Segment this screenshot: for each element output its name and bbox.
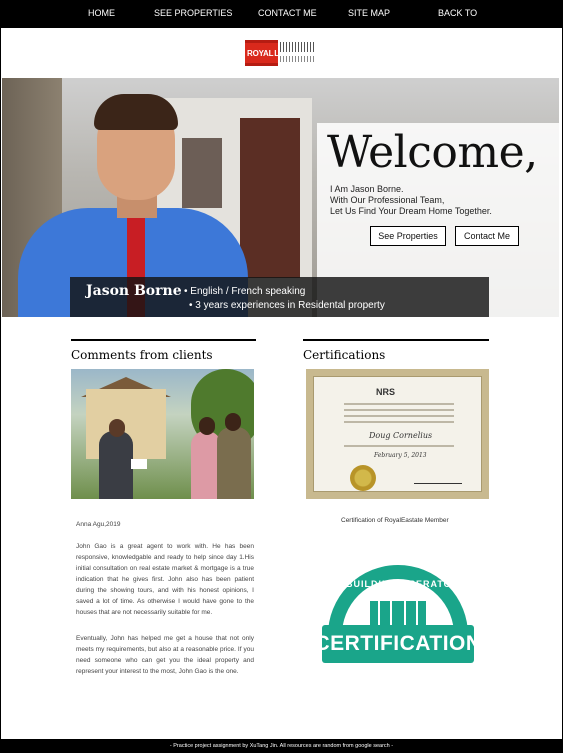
house-door	[240, 118, 300, 278]
nav-site-map[interactable]: SITE MAP	[348, 8, 390, 18]
certificate-date: February 5, 2013	[374, 452, 427, 459]
certificate-text-line	[344, 421, 454, 423]
certificate-seal-icon	[350, 465, 376, 491]
nav-back-to[interactable]: BACK TO	[438, 8, 477, 18]
welcome-line-1: I Am Jason Borne.	[330, 184, 404, 194]
photo-sign	[131, 459, 147, 469]
photo-person-man-head	[225, 413, 241, 431]
nav-home[interactable]: HOME	[88, 8, 115, 18]
top-nav: HOME SEE PROPERTIES CONTACT ME SITE MAP …	[0, 0, 563, 28]
see-properties-button[interactable]: See Properties	[370, 226, 446, 246]
footer-note: - Practice project assignment by XuTang …	[0, 739, 563, 753]
royal-lepage-logo[interactable]: ROYALLEPAGE	[245, 40, 315, 66]
city-skyline-icon	[370, 601, 426, 625]
logo-royal: ROYAL	[247, 49, 274, 58]
certificate-person: Doug Cornelius	[369, 431, 433, 440]
welcome-text: I Am Jason Borne. With Our Professional …	[330, 184, 492, 217]
client-photo	[71, 369, 254, 499]
review-author: Anna Agu,2019	[76, 521, 121, 528]
agent-fact-experience: • 3 years experiences in Residental prop…	[189, 300, 385, 311]
certificate-signature	[414, 471, 462, 484]
photo-person-agent	[99, 431, 133, 499]
badge-top-text: BUILDING OPERATOR	[346, 579, 460, 589]
agent-fact-language: • English / French speaking	[184, 286, 306, 297]
review-paragraph-2: Eventually, John has helped me get a hou…	[76, 635, 254, 675]
logo-barcode-icon	[280, 42, 315, 52]
logo-barcode-icon-small	[280, 56, 315, 62]
photo-person-agent-head	[109, 419, 125, 437]
certificate-org-logo: NRS	[376, 387, 396, 397]
certificate-text-line	[344, 403, 454, 405]
nav-see-properties[interactable]: SEE PROPERTIES	[154, 8, 232, 18]
certificate-image: NRS Doug Cornelius February 5, 2013	[306, 369, 489, 499]
welcome-line-2: With Our Professional Team,	[330, 195, 445, 205]
certificate-caption: Certification of RoyalEastate Member	[341, 517, 449, 524]
certifications-rule	[303, 339, 489, 341]
welcome-line-3: Let Us Find Your Dream Home Together.	[330, 206, 492, 216]
certificate-paper: NRS Doug Cornelius February 5, 2013	[313, 376, 482, 492]
agent-hair	[94, 94, 178, 130]
agent-facts: • English / French speaking • 3 years ex…	[184, 285, 385, 313]
building-operator-certification-badge: BUILDING OPERATOR CERTIFICATION	[314, 565, 481, 663]
photo-person-woman-head	[199, 417, 215, 435]
welcome-heading: Welcome,	[327, 127, 538, 178]
comments-rule	[71, 339, 256, 341]
certifications-title: Certifications	[303, 348, 386, 362]
agent-name: Jason Borne	[86, 283, 182, 299]
nav-contact-me[interactable]: CONTACT ME	[258, 8, 317, 18]
badge-banner: CERTIFICATION	[314, 625, 481, 663]
certificate-text-line	[344, 415, 454, 417]
certificate-text-line	[344, 409, 454, 411]
certificate-text-line	[344, 445, 454, 447]
contact-me-button[interactable]: Contact Me	[455, 226, 519, 246]
photo-person-man	[217, 427, 251, 499]
comments-title: Comments from clients	[71, 348, 213, 362]
badge-bottom-text: CERTIFICATION	[314, 632, 482, 655]
review-paragraph-1: John Gao is a great agent to work with. …	[76, 543, 254, 616]
